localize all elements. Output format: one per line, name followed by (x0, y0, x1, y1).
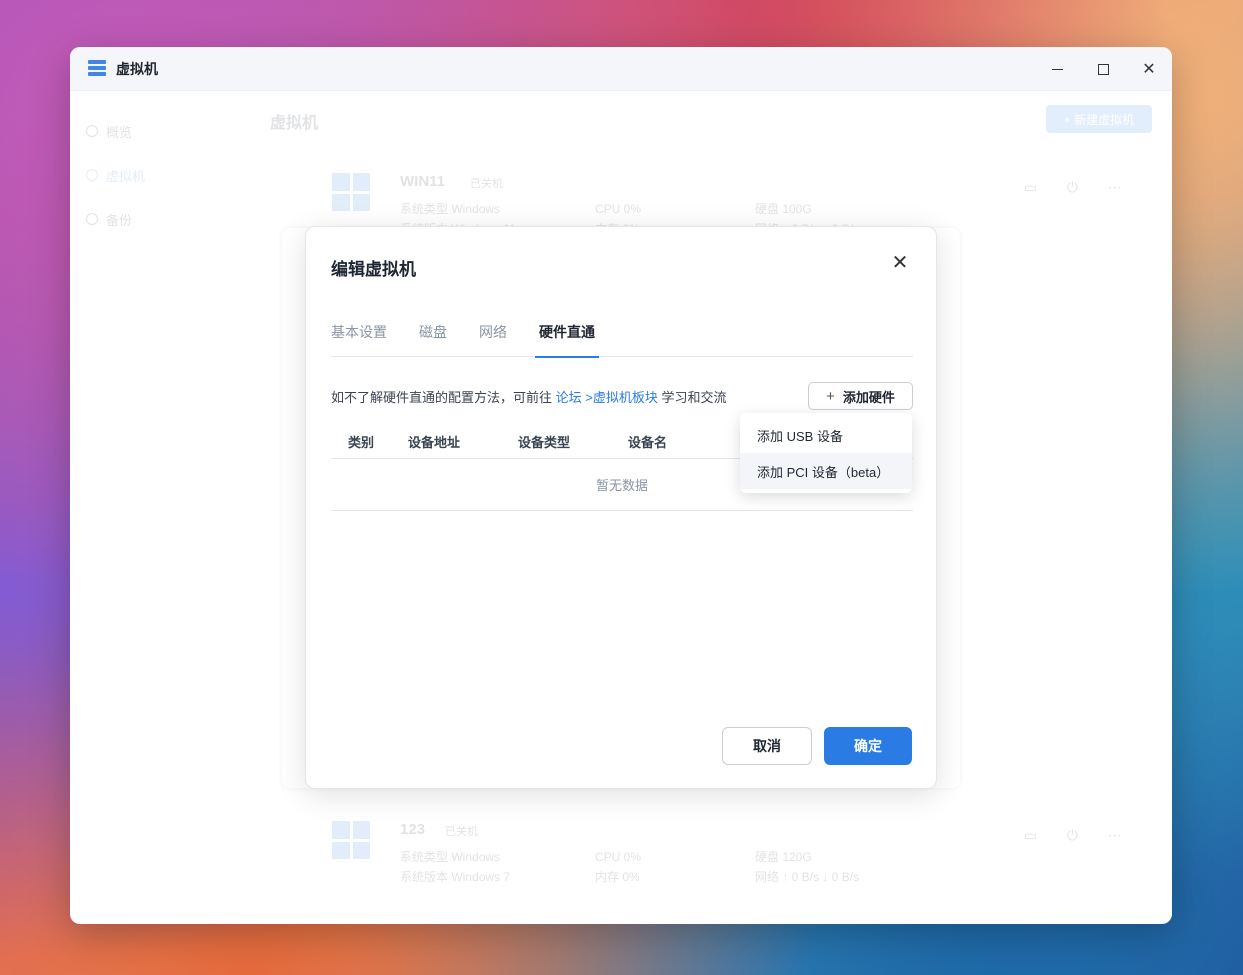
vm-row[interactable]: 123 已关机 系统类型 Windows 系统版本 Windows 7 CPU … (280, 801, 1142, 909)
dialog-tabs: 基本设置 磁盘 网络 硬件直通 (331, 319, 913, 358)
vm-state: 已关机 (445, 826, 478, 838)
vm-actions: ▭ ⏻ ⋯ (1024, 179, 1122, 196)
menu-item-add-usb[interactable]: 添加 USB 设备 (740, 417, 912, 453)
title-bar: 虚拟机 ✕ (70, 47, 1172, 91)
sidebar-item-label: 备份 (106, 212, 133, 228)
monitor-icon[interactable]: ▭ (1024, 179, 1037, 196)
hint-text: 如不了解硬件直通的配置方法，可前往 (331, 390, 556, 405)
sidebar-item-vm[interactable]: 虚拟机 (86, 153, 246, 197)
column-device-type: 设备类型 (518, 435, 571, 450)
close-icon: ✕ (891, 252, 909, 274)
tab-disk[interactable]: 磁盘 (419, 319, 447, 357)
more-icon[interactable]: ⋯ (1108, 827, 1122, 844)
add-hardware-menu: 添加 USB 设备 添加 PCI 设备（beta） (740, 413, 912, 493)
plus-icon: + (826, 387, 835, 405)
vm-os-info: 系统类型 Windows 系统版本 Windows 7 (400, 850, 511, 884)
column-device-name: 设备名 (628, 435, 668, 450)
tab-basic-settings[interactable]: 基本设置 (331, 319, 387, 357)
tab-network[interactable]: 网络 (479, 319, 507, 357)
server-icon (88, 59, 106, 78)
close-icon: ✕ (1142, 61, 1156, 78)
vm-state: 已关机 (470, 178, 503, 190)
power-icon[interactable]: ⏻ (1067, 827, 1078, 844)
vm-actions: ▭ ⏻ ⋯ (1024, 827, 1122, 844)
page-title: 虚拟机 (270, 115, 319, 132)
edit-vm-dialog: 编辑虚拟机 ✕ 基本设置 磁盘 网络 硬件直通 如不了解硬件直通的配置方法，可前… (305, 226, 937, 789)
sidebar-item-overview[interactable]: 概览 (86, 109, 246, 153)
add-hardware-label: 添加硬件 (842, 389, 895, 405)
window-title: 虚拟机 (116, 60, 158, 77)
more-icon[interactable]: ⋯ (1108, 179, 1122, 196)
vm-name: WIN11 (400, 173, 446, 190)
windows-icon (332, 821, 370, 859)
add-hardware-button[interactable]: + 添加硬件 (808, 382, 913, 410)
sidebar-item-label: 虚拟机 (106, 168, 146, 184)
column-category: 类别 (348, 435, 375, 450)
vm-icon (86, 169, 98, 181)
hint-text: 学习和交流 (657, 390, 727, 405)
vm-name: 123 (400, 821, 426, 838)
vm-board-link[interactable]: >虚拟机板块 (582, 390, 658, 405)
backup-icon (86, 213, 98, 225)
close-window-button[interactable]: ✕ (1126, 47, 1172, 91)
tab-hardware-passthrough[interactable]: 硬件直通 (535, 319, 599, 358)
menu-item-add-pci[interactable]: 添加 PCI 设备（beta） (740, 453, 912, 489)
vm-resources: 硬盘 120G 网络 ↑ 0 B/s ↓ 0 B/s (755, 850, 860, 884)
minimize-icon (1051, 68, 1063, 70)
new-vm-button[interactable]: + 新建虚拟机 (1046, 105, 1152, 133)
sidebar-item-label: 概览 (106, 124, 133, 140)
column-device-address: 设备地址 (408, 435, 461, 450)
maximize-icon (1097, 63, 1109, 75)
sidebar: 概览 虚拟机 备份 (86, 109, 246, 241)
overview-icon (86, 125, 98, 137)
dialog-title: 编辑虚拟机 (331, 260, 416, 279)
sidebar-item-backup[interactable]: 备份 (86, 197, 246, 241)
windows-icon (332, 173, 370, 211)
passthrough-hint: 如不了解硬件直通的配置方法，可前往 论坛 >虚拟机板块 学习和交流 (331, 387, 726, 406)
vm-usage: CPU 0% 内存 0% (595, 850, 642, 884)
forum-link[interactable]: 论坛 (556, 390, 582, 405)
maximize-button[interactable] (1080, 47, 1126, 91)
monitor-icon[interactable]: ▭ (1024, 827, 1037, 844)
cancel-button[interactable]: 取消 (722, 727, 812, 765)
window-controls: ✕ (1034, 47, 1172, 91)
confirm-button[interactable]: 确定 (824, 727, 912, 765)
power-icon[interactable]: ⏻ (1067, 179, 1078, 196)
minimize-button[interactable] (1034, 47, 1080, 91)
dialog-close-button[interactable]: ✕ (890, 253, 910, 273)
